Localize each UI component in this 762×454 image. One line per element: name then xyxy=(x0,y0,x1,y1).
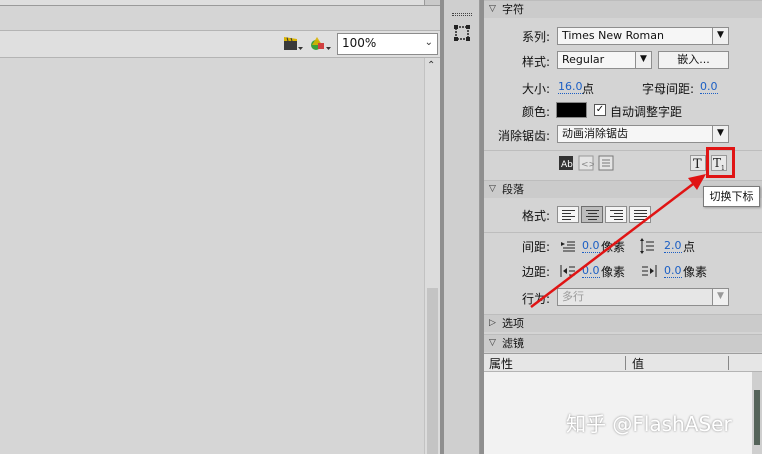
font-style-select[interactable]: Regular ▼ xyxy=(557,51,652,69)
options-section-header[interactable]: ▷ 选项 xyxy=(484,314,762,332)
font-size-value[interactable]: 16.0 xyxy=(558,81,583,94)
dropdown-arrow-icon: ▼ xyxy=(635,52,651,68)
selectable-text-icon[interactable]: Ab xyxy=(558,155,574,171)
column-header-property[interactable]: 属性 xyxy=(489,355,513,372)
svg-text:T: T xyxy=(693,157,702,171)
line-spacing-icon xyxy=(639,238,655,254)
left-margin-unit: 像素 xyxy=(601,265,626,279)
auto-kern-checkbox[interactable]: ✓ xyxy=(594,104,606,116)
dropdown-arrow-icon: ▼ xyxy=(712,289,728,305)
filters-table-header: 属性 值 xyxy=(484,354,762,372)
line-spacing-value[interactable]: 2.0 xyxy=(664,240,682,253)
behavior-select[interactable]: 多行 ▼ xyxy=(557,288,729,306)
letter-spacing-value[interactable]: 0.0 xyxy=(700,81,718,94)
embed-button[interactable]: 嵌入... xyxy=(658,51,729,69)
anti-alias-value: 动画消除锯齿 xyxy=(562,127,628,140)
right-margin-value[interactable]: 0.0 xyxy=(664,265,682,278)
character-section-header[interactable]: ▽ 字符 xyxy=(484,0,762,18)
highlight-box xyxy=(706,147,735,178)
family-label: 系列: xyxy=(522,30,551,44)
scroll-thumb[interactable] xyxy=(754,390,760,445)
column-header-value[interactable]: 值 xyxy=(632,355,644,372)
scroll-thumb[interactable] xyxy=(427,288,438,454)
indent-unit: 像素 xyxy=(601,240,626,254)
anti-alias-label: 消除锯齿: xyxy=(498,129,551,143)
section-title: 段落 xyxy=(502,183,524,196)
zoom-select[interactable]: 100% ⌄ xyxy=(337,33,438,55)
render-html-icon[interactable]: <> xyxy=(578,155,594,171)
size-label: 大小: xyxy=(522,82,551,96)
chevron-up-icon[interactable]: ⌃ xyxy=(427,60,435,71)
size-unit: 点 xyxy=(582,82,595,96)
zoom-value: 100% xyxy=(342,36,377,50)
show-border-icon[interactable] xyxy=(598,155,614,171)
filters-section-header[interactable]: ▽ 滤镜 xyxy=(484,334,762,352)
right-margin-icon xyxy=(641,263,657,279)
edit-symbols-icon[interactable] xyxy=(308,34,332,54)
indent-value[interactable]: 0.0 xyxy=(582,240,600,253)
indent-icon xyxy=(560,238,576,254)
font-family-value: Times New Roman xyxy=(562,29,664,42)
panel-vertical-scrollbar[interactable] xyxy=(752,372,762,454)
anti-alias-select[interactable]: 动画消除锯齿 ▼ xyxy=(557,125,729,143)
collapsed-toolstrip xyxy=(444,0,480,454)
margins-label: 边距: xyxy=(522,265,551,279)
format-label: 格式: xyxy=(522,209,551,223)
transform-panel-icon[interactable] xyxy=(452,23,472,43)
section-title: 选项 xyxy=(502,317,524,330)
justify-button[interactable] xyxy=(629,206,651,223)
collapse-triangle-icon[interactable]: ▽ xyxy=(489,181,496,198)
stage-header xyxy=(0,6,440,30)
section-title: 字符 xyxy=(502,3,524,16)
watermark: 知乎 @FlashASer xyxy=(566,412,732,436)
grip-icon[interactable] xyxy=(452,13,472,16)
align-center-button[interactable] xyxy=(581,206,603,223)
section-title: 滤镜 xyxy=(502,337,524,350)
chevron-down-icon: ⌄ xyxy=(424,37,433,48)
right-margin-unit: 像素 xyxy=(683,265,708,279)
dropdown-arrow-icon: ▼ xyxy=(712,126,728,142)
align-right-button[interactable] xyxy=(605,206,627,223)
divider xyxy=(484,232,762,233)
behavior-label: 行为: xyxy=(522,292,551,306)
dropdown-arrow-icon: ▼ xyxy=(712,28,728,44)
properties-panel: ▽ 字符 系列: Times New Roman ▼ 样式: Regular ▼… xyxy=(484,0,762,454)
font-family-select[interactable]: Times New Roman ▼ xyxy=(557,27,729,45)
toggle-superscript-icon[interactable]: T xyxy=(690,155,706,171)
collapse-triangle-icon[interactable]: ▽ xyxy=(489,335,496,352)
svg-text:<>: <> xyxy=(581,160,594,170)
expand-triangle-icon[interactable]: ▷ xyxy=(489,315,496,332)
spacing-label: 间距: xyxy=(522,240,551,254)
style-label: 样式: xyxy=(522,55,551,69)
edit-scene-icon[interactable] xyxy=(281,34,305,54)
behavior-value: 多行 xyxy=(562,290,584,303)
font-style-value: Regular xyxy=(562,53,605,66)
align-left-button[interactable] xyxy=(557,206,579,223)
filters-table[interactable]: 属性 值 xyxy=(484,353,762,454)
left-margin-icon xyxy=(560,263,576,279)
color-label: 颜色: xyxy=(522,105,551,119)
left-margin-value[interactable]: 0.0 xyxy=(582,265,600,278)
line-spacing-unit: 点 xyxy=(683,240,696,254)
text-color-swatch[interactable] xyxy=(556,102,587,118)
auto-kern-label: 自动调整字距 xyxy=(610,105,683,119)
svg-text:Ab: Ab xyxy=(561,160,573,170)
collapse-triangle-icon[interactable]: ▽ xyxy=(489,1,496,18)
stage-canvas[interactable] xyxy=(0,58,424,454)
letter-spacing-label: 字母间距: xyxy=(642,82,695,96)
tooltip: 切换下标 xyxy=(703,186,760,207)
stage-vertical-scrollbar[interactable]: ⌃ xyxy=(424,58,440,454)
